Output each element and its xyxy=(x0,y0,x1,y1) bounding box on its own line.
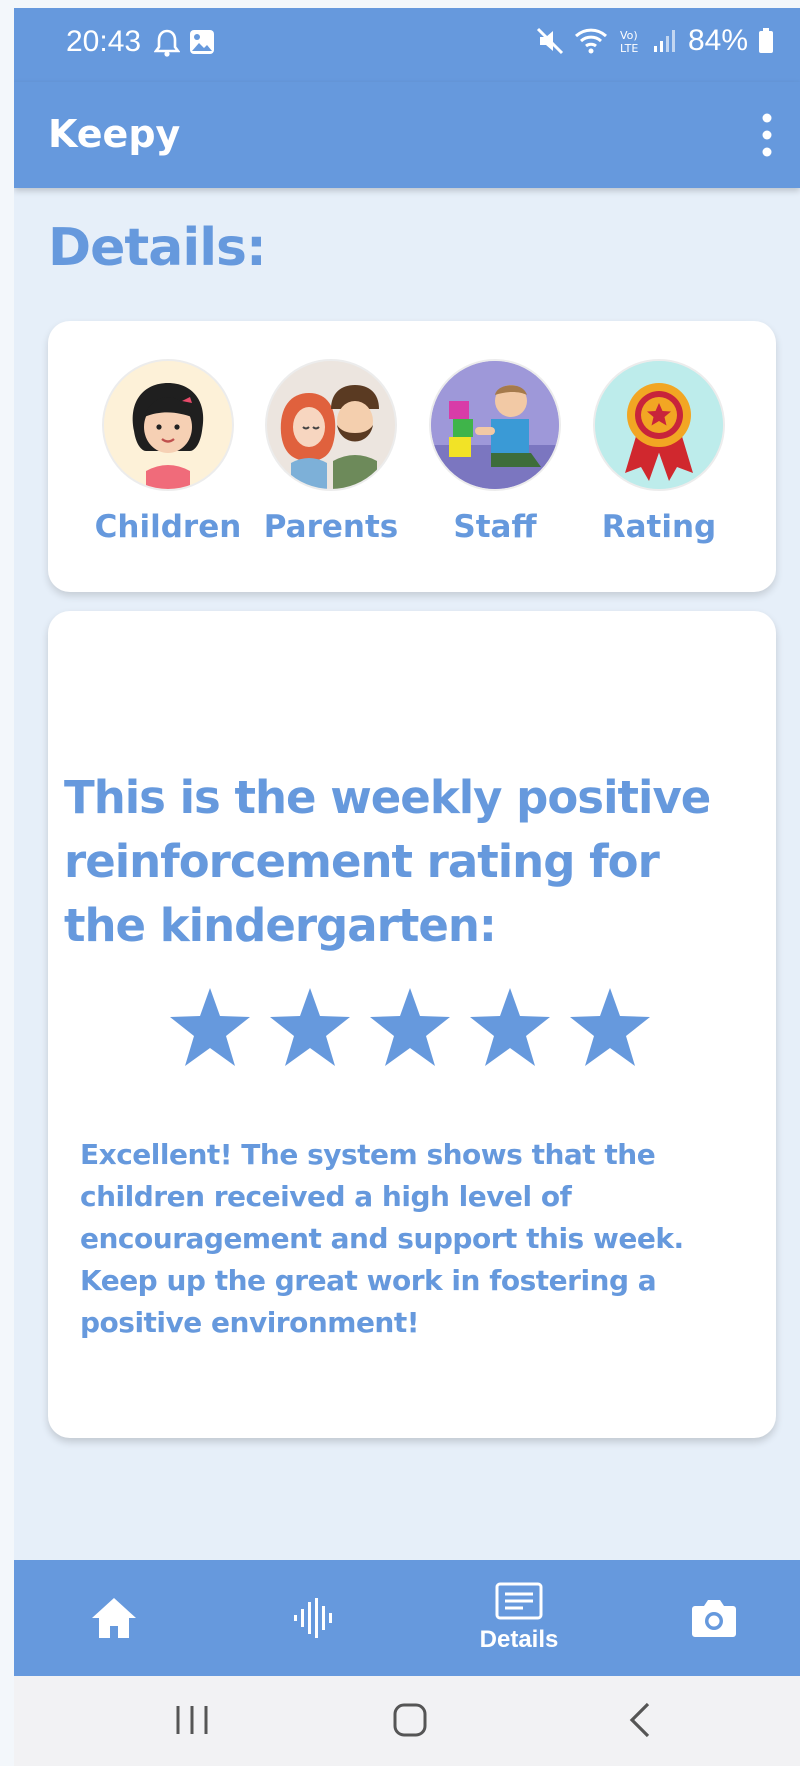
rating-description: Excellent! The system shows that the chi… xyxy=(80,1138,684,1339)
category-label: Children xyxy=(94,509,242,545)
parents-avatar-icon xyxy=(265,359,397,491)
nav-details[interactable]: Details xyxy=(454,1560,584,1676)
nav-audio[interactable] xyxy=(264,1560,364,1676)
svg-text:LTE: LTE xyxy=(620,42,638,55)
bottom-navigation: Details xyxy=(14,1560,800,1676)
category-label: Staff xyxy=(453,509,537,545)
recent-apps-icon[interactable] xyxy=(172,1698,212,1742)
home-button-icon[interactable] xyxy=(390,1698,430,1742)
status-bar: 20:43 Vo) LTE 84% xyxy=(14,8,800,82)
battery-icon xyxy=(759,28,773,53)
girl-avatar-icon xyxy=(102,359,234,491)
category-parents[interactable]: Parents xyxy=(256,359,406,545)
image-icon xyxy=(190,30,214,54)
category-label: Parents xyxy=(263,509,399,545)
category-rating[interactable]: Rating xyxy=(584,359,734,545)
more-options-icon[interactable] xyxy=(752,110,782,160)
home-icon xyxy=(92,1598,136,1638)
star-icon xyxy=(370,988,450,1066)
bell-icon xyxy=(154,29,180,57)
page-title: Details: xyxy=(48,218,267,278)
category-label: Rating xyxy=(601,509,717,545)
status-time: 20:43 xyxy=(66,25,142,58)
battery-percent: 84% xyxy=(687,24,748,57)
audio-waveform-icon xyxy=(294,1598,332,1638)
app-bar: Keepy xyxy=(14,82,800,188)
category-children[interactable]: Children xyxy=(93,359,243,545)
star-rating xyxy=(168,986,652,1070)
mute-icon xyxy=(536,27,564,55)
category-staff[interactable]: Staff xyxy=(420,359,570,545)
back-icon[interactable] xyxy=(620,1698,660,1742)
nav-home[interactable] xyxy=(64,1560,164,1676)
star-icon xyxy=(570,988,650,1066)
rating-card: This is the weekly positive reinforcemen… xyxy=(48,611,776,1438)
star-icon xyxy=(170,988,250,1066)
staff-avatar-icon xyxy=(429,359,561,491)
camera-icon xyxy=(692,1600,736,1637)
screen: 20:43 Vo) LTE 84% Keepy Details: Childre… xyxy=(14,8,800,1766)
wifi-icon xyxy=(574,28,607,54)
categories-card: Children Parents Staff Rating xyxy=(48,321,776,592)
app-title: Keepy xyxy=(48,112,181,156)
details-icon xyxy=(495,1582,543,1620)
signal-icon xyxy=(653,30,675,52)
rating-badge-icon xyxy=(593,359,725,491)
rating-title: This is the weekly positive reinforcemen… xyxy=(64,771,711,952)
star-icon xyxy=(470,988,550,1066)
nav-camera[interactable] xyxy=(664,1560,764,1676)
nav-details-label: Details xyxy=(479,1626,559,1653)
volte-icon: Vo)LTE xyxy=(620,29,638,55)
star-icon xyxy=(270,988,350,1066)
svg-text:Vo): Vo) xyxy=(620,29,638,42)
system-navigation-bar xyxy=(14,1676,800,1766)
